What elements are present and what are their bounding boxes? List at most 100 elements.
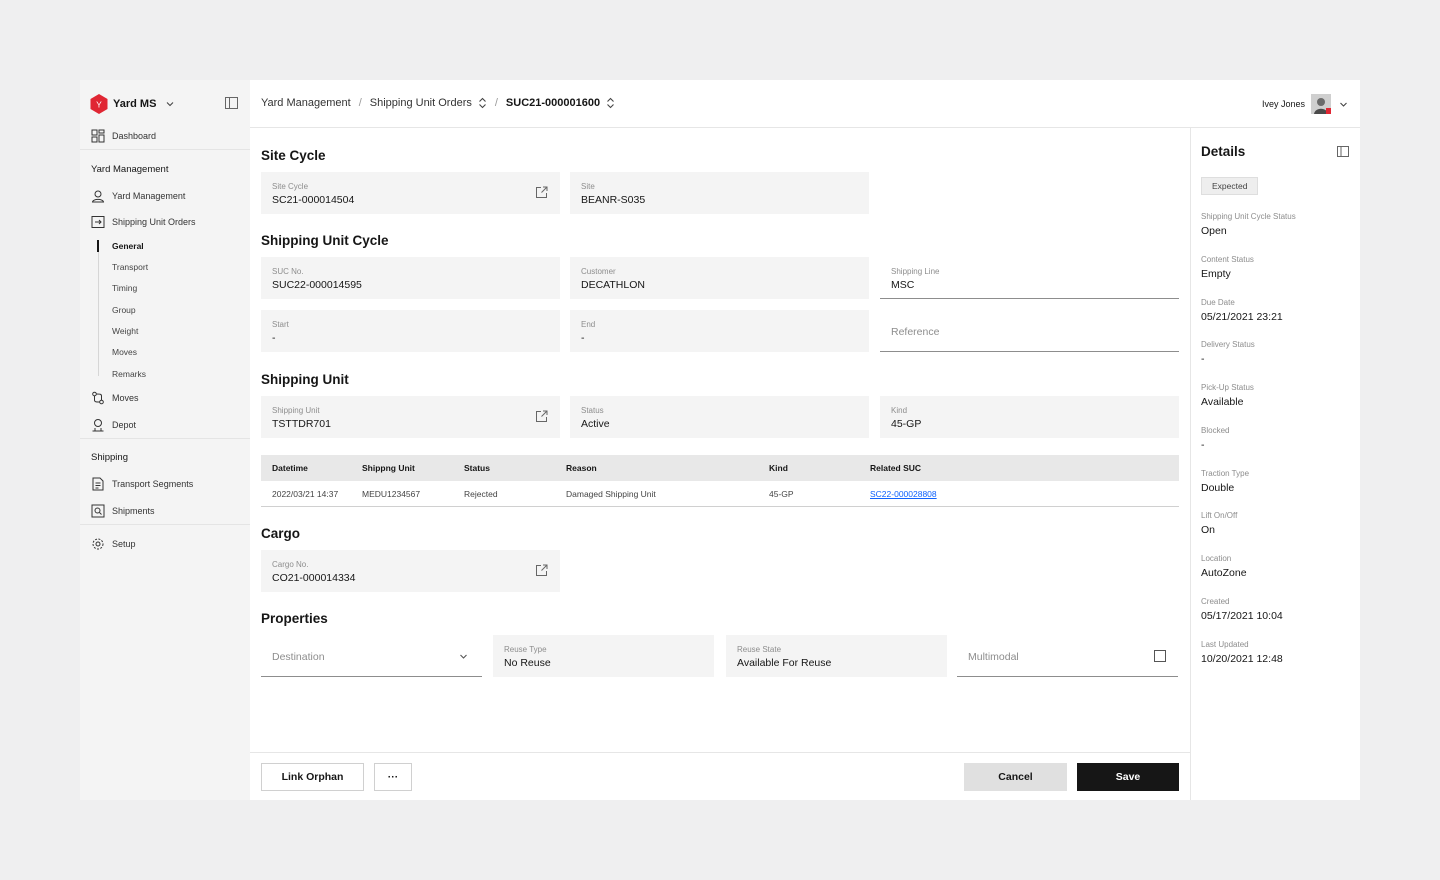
top-header: Yard Management / Shipping Unit Orders /… [250, 80, 1360, 128]
shipping-unit-field[interactable]: Shipping Unit TSTTDR701 [261, 396, 560, 438]
sidebar-divider [80, 524, 250, 525]
kind-field[interactable]: Kind 45-GP [880, 396, 1179, 438]
subnav-moves[interactable]: Moves [112, 347, 137, 357]
breadcrumb-current: SUC21-000001600 [505, 97, 601, 109]
field-label: Status [581, 406, 604, 415]
sidebar-item-transport-segments[interactable]: Transport Segments [91, 476, 193, 492]
subnav-timing[interactable]: Timing [112, 283, 137, 293]
site-field[interactable]: Site BEANR-S035 [570, 172, 869, 214]
sidebar-item-moves[interactable]: Moves [91, 390, 139, 406]
reuse-state-field[interactable]: Reuse State Available For Reuse [726, 635, 947, 677]
end-field[interactable]: End - [570, 310, 869, 352]
subnav-transport[interactable]: Transport [112, 262, 148, 272]
link-orphan-button[interactable]: Link Orphan [261, 763, 364, 791]
site-cycle-field[interactable]: Site Cycle SC21-000014504 [261, 172, 560, 214]
table-row[interactable]: 2022/03/21 14:37 MEDU1234567 Rejected Da… [261, 481, 1179, 507]
user-name: Ivey Jones [1261, 99, 1305, 109]
cell-status: Rejected [464, 488, 498, 499]
sidebar-item-depot[interactable]: Depot [91, 417, 136, 433]
field-label: Reuse State [737, 645, 782, 654]
more-actions-button[interactable]: ··· [374, 763, 412, 791]
detail-value: AutoZone [1201, 567, 1247, 579]
suc-no-field[interactable]: SUC No. SUC22-000014595 [261, 257, 560, 299]
column-header-status[interactable]: Status [464, 463, 566, 473]
field-value: MSC [891, 279, 915, 291]
cancel-button[interactable]: Cancel [964, 763, 1067, 791]
subnav-group[interactable]: Group [112, 305, 136, 315]
subnav-remarks[interactable]: Remarks [112, 369, 146, 379]
breadcrumb-shipping-unit-orders[interactable]: Shipping Unit Orders [370, 97, 472, 109]
detail-blocked: Blocked - [1201, 426, 1229, 451]
sidebar-item-label: Yard Management [112, 191, 186, 201]
related-suc-link[interactable]: SC22-000028808 [870, 489, 937, 499]
brand-switcher[interactable]: Y Yard MS [90, 94, 175, 114]
field-value: SUC22-000014595 [272, 279, 362, 291]
detail-created: Created 05/17/2021 10:04 [1201, 597, 1283, 622]
detail-shipping-unit-cycle-status: Shipping Unit Cycle Status Open [1201, 212, 1296, 237]
sidebar-item-setup[interactable]: Setup [91, 536, 136, 552]
multimodal-checkbox[interactable] [1154, 650, 1166, 662]
sidebar-collapse-icon[interactable] [225, 97, 238, 109]
sidebar-item-label: Shipments [112, 506, 155, 516]
external-link-icon[interactable] [535, 186, 548, 199]
detail-label: Traction Type [1201, 469, 1250, 478]
subnav-weight[interactable]: Weight [112, 326, 138, 336]
external-link-icon[interactable] [535, 564, 548, 577]
column-header-kind[interactable]: Kind [769, 463, 870, 473]
column-header-related-suc[interactable]: Related SUC [870, 463, 1070, 473]
detail-label: Delivery Status [1201, 340, 1255, 349]
reference-input[interactable]: Reference [880, 310, 1179, 352]
field-value: Available For Reuse [737, 657, 832, 669]
column-header-shipping-unit[interactable]: Shippng Unit [362, 463, 464, 473]
breadcrumb-yard-management[interactable]: Yard Management [261, 97, 351, 109]
field-value: Active [581, 418, 610, 430]
reuse-type-field[interactable]: Reuse Type No Reuse [493, 635, 714, 677]
panel-collapse-icon[interactable] [1337, 146, 1349, 157]
brand-name: Yard MS [113, 98, 157, 110]
customer-field[interactable]: Customer DECATHLON [570, 257, 869, 299]
external-link-icon[interactable] [535, 410, 548, 423]
avatar [1311, 94, 1331, 114]
field-label: Customer [581, 267, 616, 276]
field-label: Reuse Type [504, 645, 547, 654]
sort-updown-icon[interactable] [478, 97, 487, 109]
shipping-line-field[interactable]: Shipping Line MSC [880, 257, 1179, 299]
cargo-no-field[interactable]: Cargo No. CO21-000014334 [261, 550, 560, 592]
subnav-general[interactable]: General [112, 241, 144, 251]
sidebar-item-label: Transport Segments [112, 479, 194, 489]
field-value: SC21-000014504 [272, 194, 355, 206]
status-field[interactable]: Status Active [570, 396, 869, 438]
field-placeholder: Destination [272, 651, 325, 663]
dashboard-icon [91, 129, 105, 143]
breadcrumb-separator: / [358, 97, 362, 109]
detail-content-status: Content Status Empty [1201, 255, 1254, 280]
sidebar-item-shipments[interactable]: Shipments [91, 503, 155, 519]
save-button[interactable]: Save [1077, 763, 1179, 791]
sidebar-item-label: Dashboard [112, 131, 157, 141]
column-header-datetime[interactable]: Datetime [261, 463, 362, 473]
sidebar-item-shipping-unit-orders[interactable]: Shipping Unit Orders [91, 214, 196, 230]
sidebar-item-label: Shipping Unit Orders [112, 217, 196, 227]
detail-label: Shipping Unit Cycle Status [1201, 212, 1296, 221]
sidebar-divider [80, 438, 250, 439]
destination-select[interactable]: Destination [261, 635, 482, 677]
sort-updown-icon[interactable] [606, 97, 615, 109]
subnav-track [98, 240, 99, 376]
brand-logo-icon: Y [90, 94, 108, 114]
breadcrumb-separator: / [494, 97, 498, 109]
depot-icon [92, 419, 104, 432]
column-header-reason[interactable]: Reason [566, 463, 769, 473]
detail-label: Last Updated [1201, 640, 1249, 649]
section-title-properties: Properties [261, 611, 328, 626]
sidebar-item-yard-management[interactable]: Yard Management [91, 188, 185, 204]
detail-label: Due Date [1201, 298, 1235, 307]
start-field[interactable]: Start - [261, 310, 560, 352]
field-label: Shipping Line [891, 267, 940, 276]
field-placeholder: Reference [891, 326, 940, 338]
user-menu[interactable]: Ivey Jones [1262, 94, 1348, 114]
sidebar-item-dashboard[interactable]: Dashboard [91, 128, 156, 144]
field-value: 45-GP [891, 418, 922, 430]
detail-pick-up-status: Pick-Up Status Available [1201, 383, 1254, 408]
sidebar-section-yard: Yard Management [91, 164, 169, 175]
subnav-active-indicator [97, 240, 99, 252]
